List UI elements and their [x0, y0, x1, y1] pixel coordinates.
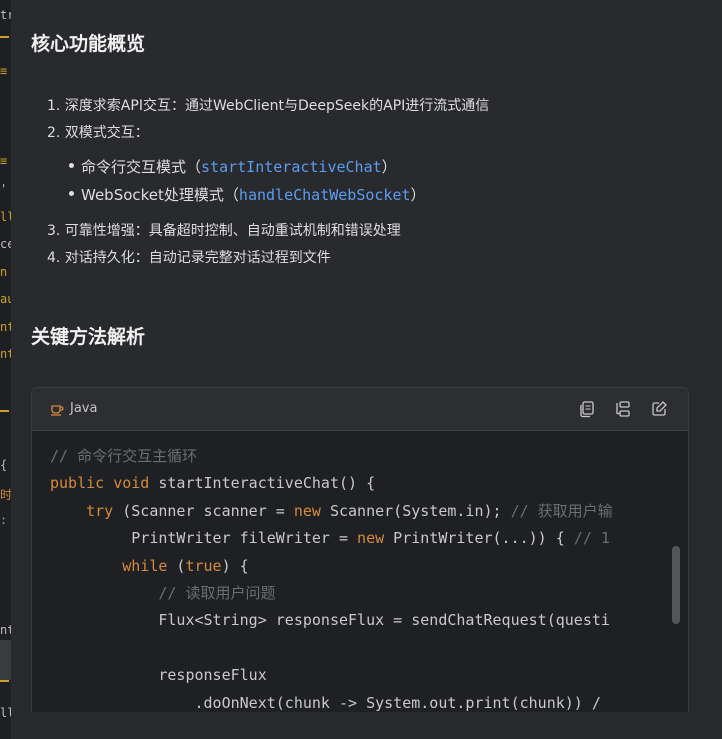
code-comment: // 命令行交互主循环	[50, 447, 198, 465]
scrollbar-thumb[interactable]	[672, 546, 680, 624]
code-keyword: try	[86, 501, 114, 520]
code-line: responseFlux	[50, 662, 660, 689]
left-editor-strip: tr ≡ ≡ ' ll ce n au nt nt { 时 : nt ll	[0, 0, 11, 739]
code-token: (Scanner scanner =	[113, 501, 294, 520]
strip-fragment: ce	[0, 237, 11, 251]
strip-fragment: n	[0, 265, 8, 279]
code-keyword: public	[50, 474, 105, 493]
sub-item-prefix: 命令行交互模式（	[81, 158, 202, 176]
code-keyword: void	[113, 474, 150, 493]
strip-fragment: ≡	[0, 154, 8, 168]
strip-fragment: {	[0, 458, 8, 472]
code-token: startInteractiveChat() {	[149, 474, 376, 493]
inline-code: startInteractiveChat	[201, 158, 382, 176]
sub-item-prefix: WebSocket处理模式（	[81, 186, 239, 204]
code-token: Scanner(System.in);	[320, 501, 511, 520]
sub-item-suffix: ）	[381, 158, 397, 176]
bullet-icon	[69, 163, 74, 168]
code-keyword: while	[122, 556, 168, 575]
code-block: Java // 命令行交互主循环 public void startInterac…	[31, 387, 689, 734]
code-content[interactable]: // 命令行交互主循环 public void startInteractiveC…	[50, 443, 660, 733]
bottom-edge	[11, 712, 722, 739]
code-line: PrintWriter fileWriter = new PrintWriter…	[50, 525, 660, 552]
code-line: public void startInteractiveChat() {	[50, 470, 660, 497]
code-keyword: new	[357, 529, 385, 548]
strip-fragment: :	[0, 513, 8, 527]
language-name: Java	[70, 401, 98, 416]
copy-icon[interactable]	[578, 400, 596, 418]
code-keyword: new	[293, 501, 321, 520]
scrollbar[interactable]	[672, 546, 680, 726]
code-block-header: Java	[32, 388, 688, 431]
code-token: PrintWriter fileWriter =	[50, 529, 358, 548]
strip-fragment: nt	[0, 623, 11, 637]
strip-fragment: tr	[0, 8, 11, 22]
strip-fragment: 时	[0, 488, 11, 502]
code-line: try (Scanner scanner = new Scanner(Syste…	[50, 498, 660, 525]
code-keyword: true	[185, 556, 222, 575]
sub-list-item: 命令行交互模式（startInteractiveChat）	[69, 156, 397, 177]
inline-code: handleChatWebSocket	[238, 186, 411, 204]
code-line: Flux<String> responseFlux = sendChatRequ…	[50, 607, 660, 634]
strip-block	[0, 640, 11, 680]
strip-fragment: au	[0, 292, 11, 306]
sub-list-item: WebSocket处理模式（handleChatWebSocket）	[69, 184, 426, 205]
strip-fragment: nt	[0, 347, 11, 361]
code-comment: // 读取用户问题	[158, 583, 276, 602]
strip-fragment: nt	[0, 320, 11, 334]
strip-fragment: ll	[0, 210, 11, 224]
chat-response-panel: 核心功能概览 1. 深度求索API交互：通过WebClient与DeepSeek…	[11, 0, 722, 739]
bullet-icon	[69, 191, 74, 196]
strip-fragment: ll	[0, 706, 11, 720]
code-token: PrintWriter(...)) {	[384, 529, 574, 548]
overview-heading: 核心功能概览	[31, 33, 146, 55]
code-token: .doOnNext(chunk -> System.out.print(chun…	[50, 693, 601, 712]
strip-marker	[0, 680, 9, 682]
code-comment: // 获取用户输	[510, 501, 613, 520]
strip-fragment: ≡	[0, 64, 8, 78]
code-line: while (true) {	[50, 553, 660, 580]
methods-heading: 关键方法解析	[31, 326, 146, 348]
wrap-icon[interactable]	[614, 400, 632, 418]
sub-item-suffix: ）	[410, 186, 426, 204]
code-token: ) {	[221, 556, 249, 575]
strip-marker	[0, 410, 9, 412]
code-token: responseFlux	[50, 666, 267, 685]
code-comment: // 1	[573, 529, 610, 548]
list-item: 3. 可靠性增强：具备超时控制、自动重试机制和错误处理	[47, 223, 401, 239]
code-token: (	[167, 556, 186, 575]
edit-icon[interactable]	[650, 400, 668, 418]
list-item: 2. 双模式交互：	[47, 125, 149, 141]
strip-fragment: '	[0, 182, 8, 196]
code-line: // 读取用户问题	[50, 580, 660, 607]
strip-marker	[0, 36, 9, 38]
code-line: // 命令行交互主循环	[50, 443, 660, 470]
list-item: 1. 深度求索API交互：通过WebClient与DeepSeek的API进行流…	[47, 98, 490, 114]
language-label: Java	[50, 401, 97, 416]
list-item: 4. 对话持久化：自动记录完整对话过程到文件	[47, 250, 331, 266]
code-token: Flux<String> responseFlux = sendChatRequ…	[50, 611, 610, 630]
coffee-cup-icon	[51, 404, 64, 416]
